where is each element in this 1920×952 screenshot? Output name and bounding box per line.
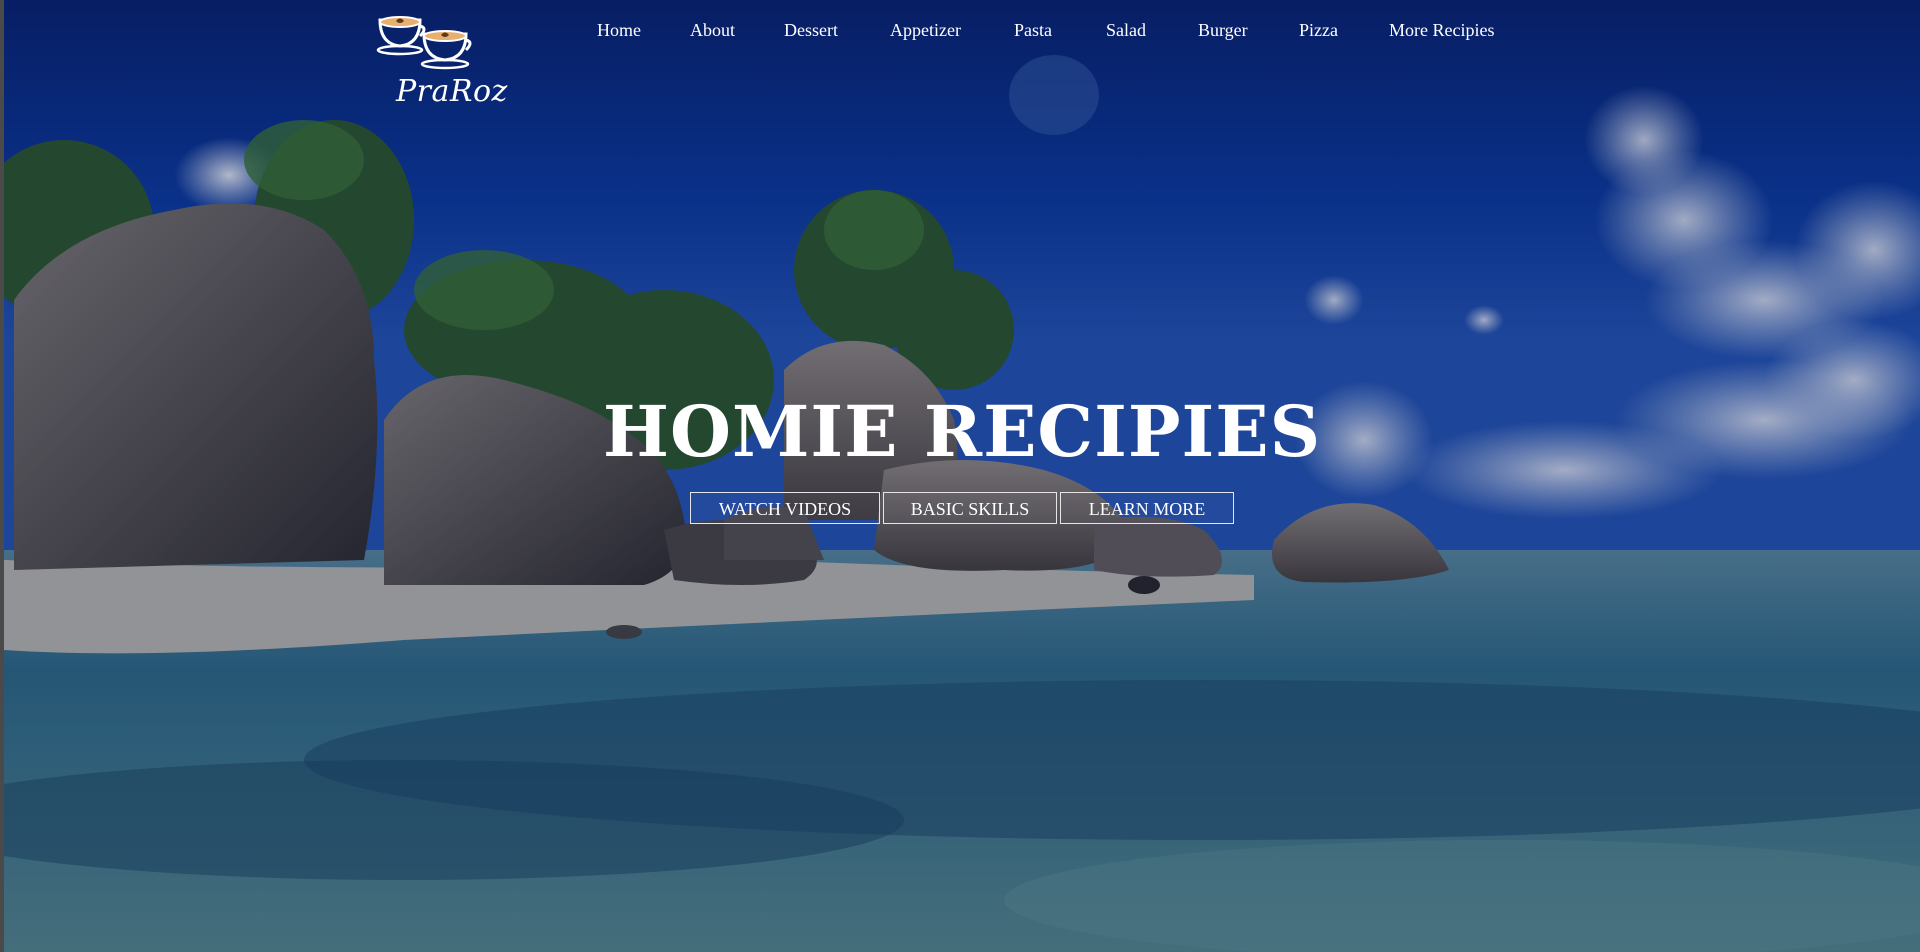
nav-item-pizza[interactable]: Pizza [1299,20,1338,41]
learn-more-button[interactable]: LEARN MORE [1060,492,1234,524]
watch-videos-button[interactable]: WATCH VIDEOS [690,492,880,524]
basic-skills-button[interactable]: BASIC SKILLS [883,492,1057,524]
nav-item-dessert[interactable]: Dessert [784,20,838,41]
nav-item-home[interactable]: Home [597,20,641,41]
nav-item-more-recipies[interactable]: More Recipies [1389,20,1494,41]
main-navigation: Home About Dessert Appetizer Pasta Salad… [4,20,1920,44]
nav-item-salad[interactable]: Salad [1106,20,1146,41]
brand-name[interactable]: PraRoz [396,74,508,109]
nav-item-about[interactable]: About [690,20,735,41]
hero-buttons: WATCH VIDEOS BASIC SKILLS LEARN MORE [4,492,1920,526]
page-frame: PraRoz Home About Dessert Appetizer Past… [4,0,1920,952]
hero-background-image [4,0,1920,952]
nav-item-burger[interactable]: Burger [1198,20,1248,41]
nav-item-appetizer[interactable]: Appetizer [890,20,961,41]
hero-title: HOMIE RECIPIES [602,390,1322,473]
nav-item-pasta[interactable]: Pasta [1014,20,1052,41]
